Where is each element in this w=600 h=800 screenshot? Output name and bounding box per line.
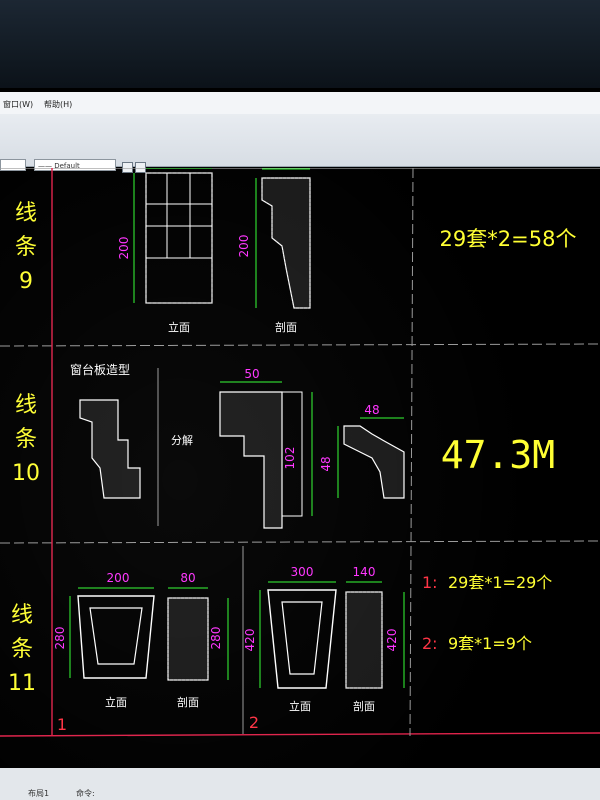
- row-10-title: 窗台板造型: [70, 362, 130, 377]
- quantity-2-number: 2:: [422, 634, 438, 653]
- grid-line-bottom: [0, 732, 600, 737]
- row-10-small-profile: 48 48: [319, 403, 405, 499]
- row-11-elevation-2: 300 420 立面: [243, 565, 337, 713]
- dimension-height: 200: [117, 237, 131, 260]
- row-11-label-line3: 11: [8, 671, 36, 696]
- row-10-large-profile: 50 102: [219, 367, 313, 529]
- dimension-height: 102: [283, 447, 297, 470]
- dimension-height: 280: [53, 627, 67, 650]
- keystone-inner: [281, 601, 323, 675]
- dimension-width: 15: [280, 168, 295, 170]
- row-10-shape: [79, 399, 141, 499]
- section-caption: 剖面: [177, 695, 199, 709]
- row-11-section-2: 140 420 剖面: [345, 565, 405, 713]
- elevation-caption: 立面: [289, 699, 311, 713]
- menu-window[interactable]: 窗口(W): [3, 99, 33, 110]
- row-9-elevation: 100 200 立面: [117, 156, 213, 334]
- dimension-height: 48: [319, 456, 333, 471]
- row-11-marker-1: 1: [57, 715, 67, 734]
- grid-line-row-1: [0, 343, 600, 347]
- command-label: 命令:: [76, 789, 95, 798]
- row-9-quantity: 29套*2=58个: [440, 227, 577, 251]
- row-10-label-line2: 条: [15, 427, 37, 452]
- menu-bar: 窗口(W) 帮助(H): [0, 92, 600, 114]
- section-caption: 剖面: [275, 320, 297, 334]
- section-block: [167, 597, 209, 681]
- dimension-height: 420: [243, 629, 257, 652]
- keystone-outer: [267, 589, 337, 689]
- row-11-label-line1: 线: [11, 603, 33, 628]
- section-profile: [261, 177, 311, 309]
- row-11-label-line2: 条: [11, 637, 33, 662]
- row-11-section-1: 80 280 剖面: [167, 571, 229, 709]
- elevation-hatch: [145, 172, 213, 304]
- row-9-label-line2: 条: [15, 235, 37, 260]
- dimension-width: 200: [107, 571, 130, 585]
- layout-tab[interactable]: 布局1: [28, 788, 49, 799]
- quantity-2-text: 9套*1=9个: [448, 634, 532, 653]
- row-9-label-line3: 9: [19, 269, 33, 294]
- cad-window: 窗口(W) 帮助(H) —— Default 线 条 9 线 条 10 线 条 …: [0, 88, 600, 800]
- row-10-quantity: 47.3M: [441, 433, 555, 477]
- elevation-outline: [145, 172, 213, 304]
- keystone-inner: [89, 607, 143, 665]
- dimension-width: 100: [169, 168, 192, 170]
- row-labels: 线 条 9 线 条 10 线 条 11: [8, 201, 40, 696]
- grid-line-quantity-col: [409, 167, 414, 737]
- row-10-split-label: 分解: [171, 433, 193, 447]
- properties-toolbar: —— Default: [0, 114, 600, 173]
- profile-large: [219, 391, 283, 529]
- cad-drawing: 线 条 9 线 条 10 线 条 11 100: [0, 156, 600, 737]
- section-block: [345, 591, 383, 689]
- row-10-label-line1: 线: [15, 393, 37, 418]
- row-11-marker-2: 2: [249, 713, 259, 732]
- elevation-caption: 立面: [168, 320, 190, 334]
- dimension-width: 50: [244, 367, 259, 381]
- status-bar: 布局1 命令:: [0, 768, 600, 800]
- row-11-quantities: 1: 29套*1=29个 2: 9套*1=9个: [422, 573, 552, 653]
- row-10-label-line3: 10: [12, 461, 40, 486]
- dimension-width: 48: [364, 403, 379, 417]
- dimension-height: 280: [209, 627, 223, 650]
- dimension-width: 80: [180, 571, 195, 585]
- row-11-elevation-1: 200 280 立面: [53, 571, 155, 709]
- profile-small: [343, 425, 405, 499]
- dimension-height: 420: [385, 629, 399, 652]
- grid-line-row-2: [0, 540, 600, 544]
- row-9-section: 15 200 剖面: [237, 156, 311, 334]
- dimension-height: 200: [237, 235, 251, 258]
- elevation-caption: 立面: [105, 695, 127, 709]
- drawing-canvas[interactable]: 线 条 9 线 条 10 线 条 11 100: [0, 156, 600, 768]
- monitor-bezel: [0, 0, 600, 92]
- quantity-1-text: 29套*1=29个: [448, 573, 552, 592]
- row-9-label-line1: 线: [15, 201, 37, 226]
- dimension-width: 140: [353, 565, 376, 579]
- section-caption: 剖面: [353, 699, 375, 713]
- dimension-width: 300: [291, 565, 314, 579]
- quantity-1-number: 1:: [422, 573, 438, 592]
- menu-help[interactable]: 帮助(H): [44, 99, 72, 110]
